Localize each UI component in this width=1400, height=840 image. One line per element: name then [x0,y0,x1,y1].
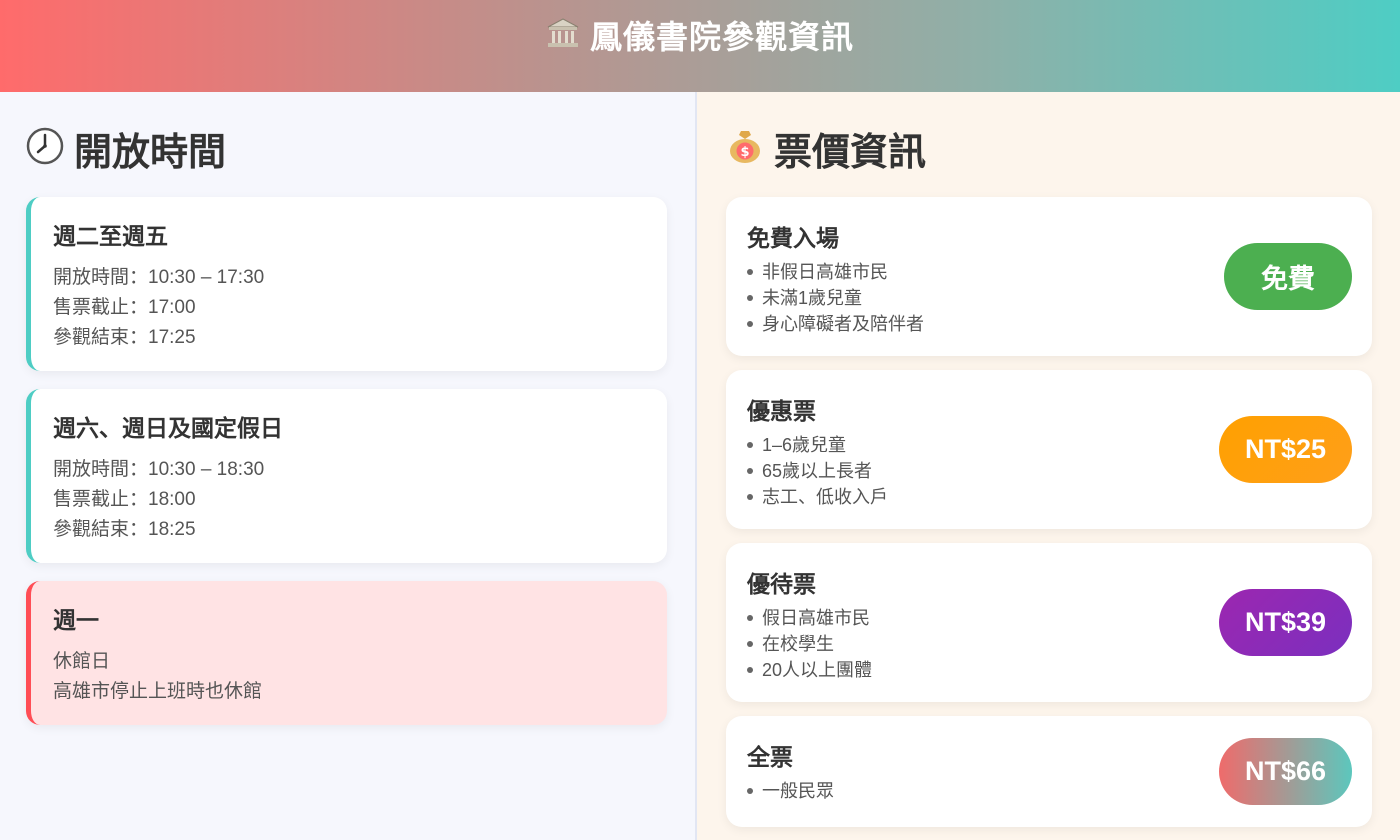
page-header: 鳳儀書院參觀資訊 [0,0,1400,92]
tickets-section-title: 票價資訊 [774,131,927,174]
hours-card-title: 週六、週日及國定假日 [53,415,283,441]
ticket-name: 優惠票 [747,398,816,424]
hours-card-weekend: 週六、週日及國定假日 開放時間：10:30 – 18:30 售票截止：18:00… [26,389,667,563]
hours-card-closed: 週一 休館日 高雄市停止上班時也休館 [26,581,667,725]
price-badge: NT$39 [1218,589,1352,656]
price-badge: 免費 [1224,243,1352,310]
classical-building-icon [546,16,580,55]
hours-line: 參觀結束：17:25 [53,327,196,348]
ticket-card-free: 免費入場 非假日高雄市民 未滿1歲兒童 身心障礙者及陪伴者 免費 [726,197,1372,356]
ticket-eligibility: 65歲以上長者 [747,458,1219,484]
hours-line: 售票截止：18:00 [53,489,196,510]
ticket-card-full: 全票 一般民眾 NT$66 [726,716,1372,827]
ticket-card-discount: 優惠票 1–6歲兒童 65歲以上長者 志工、低收入戶 NT$25 [726,370,1372,529]
ticket-eligibility: 假日高雄市民 [747,605,1219,631]
ticket-eligibility: 一般民眾 [747,778,1219,804]
ticket-eligibility: 未滿1歲兒童 [747,285,1224,311]
hours-panel: 開放時間 週二至週五 開放時間：10:30 – 17:30 售票截止：17:00… [0,92,697,840]
hours-line: 開放時間：10:30 – 18:30 [53,459,265,480]
money-bag-icon: $ [726,127,764,170]
ticket-card-preferential: 優待票 假日高雄市民 在校學生 20人以上團體 NT$39 [726,543,1372,702]
hours-card-title: 週二至週五 [53,223,168,249]
ticket-eligibility: 非假日高雄市民 [747,259,1224,285]
clock-icon [26,127,64,170]
hours-line: 休館日 [53,651,111,672]
ticket-name: 優待票 [747,571,816,597]
price-badge: NT$66 [1218,738,1352,805]
hours-line: 高雄市停止上班時也休館 [53,681,263,702]
hours-section-title: 開放時間 [74,131,227,174]
ticket-eligibility: 20人以上團體 [747,657,1219,683]
ticket-eligibility: 在校學生 [747,631,1219,657]
ticket-eligibility: 身心障礙者及陪伴者 [747,311,1224,337]
ticket-name: 免費入場 [747,225,839,251]
ticket-eligibility: 1–6歲兒童 [747,432,1219,458]
price-badge: NT$25 [1218,416,1352,483]
hours-line: 參觀結束：18:25 [53,519,196,540]
ticket-name: 全票 [747,744,793,770]
hours-card-title: 週一 [53,607,99,633]
hours-line: 開放時間：10:30 – 17:30 [53,267,265,288]
tickets-panel: $ 票價資訊 免費入場 非假日高雄市民 未滿1歲兒童 身心障礙者及陪伴者 免費 … [697,92,1400,840]
page-title: 鳳儀書院參觀資訊 [589,19,854,55]
hours-line: 售票截止：17:00 [53,297,196,318]
hours-card-weekday: 週二至週五 開放時間：10:30 – 17:30 售票截止：17:00 參觀結束… [26,197,667,371]
svg-text:$: $ [740,145,749,160]
ticket-eligibility: 志工、低收入戶 [747,484,1219,510]
